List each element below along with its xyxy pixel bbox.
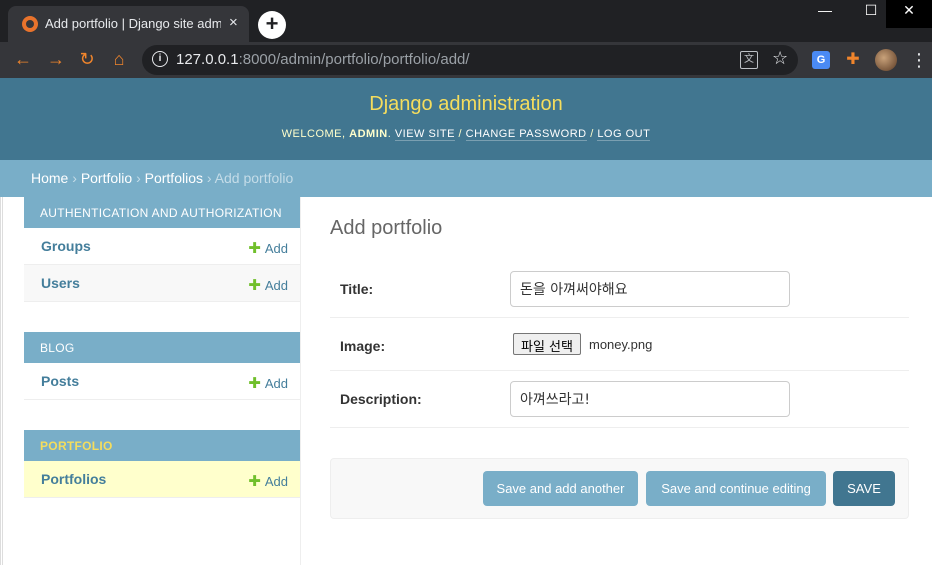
submit-row: Save and add another Save and continue e… [330, 458, 909, 519]
add-label: Add [264, 278, 288, 293]
url-path: :8000/admin/portfolio/portfolio/add/ [238, 51, 470, 68]
log-out-link[interactable]: LOG OUT [597, 128, 651, 141]
nav-sidebar-toggle[interactable] [0, 197, 3, 565]
module-caption-blog[interactable]: Blog [24, 332, 300, 363]
title-label: Title: [340, 281, 374, 297]
form-row-description: Description: [330, 371, 909, 428]
page-title: Add portfolio [330, 217, 443, 239]
browser-tab-strip: Add portfolio | Django site admin × + — … [0, 0, 932, 42]
add-plus-icon: ✚ [248, 240, 261, 257]
bookmark-star-icon[interactable]: ☆ [772, 48, 788, 69]
breadcrumb-separator: › [136, 170, 141, 186]
add-posts-link[interactable]: ✚ Add [248, 374, 288, 392]
user-tools: WELCOME, ADMIN. VIEW SITE / CHANGE PASSW… [281, 128, 651, 141]
file-choose-button[interactable]: 파일 선택 [513, 333, 581, 355]
change-password-link[interactable]: CHANGE PASSWORD [465, 128, 587, 141]
site-name[interactable]: Django administration [0, 93, 932, 116]
view-site-link[interactable]: VIEW SITE [394, 128, 455, 141]
sidebar-item-label[interactable]: Posts [41, 373, 79, 389]
username: ADMIN [349, 128, 388, 140]
description-input[interactable] [510, 381, 790, 417]
browser-toolbar: ← → ↻ ⌂ i 127.0.0.1:8000/admin/portfolio… [0, 42, 932, 78]
admin-header: Django administration WELCOME, ADMIN. VI… [0, 78, 932, 160]
add-label: Add [264, 474, 288, 489]
menu-icon[interactable]: ⋮ [910, 51, 928, 69]
address-bar[interactable]: i 127.0.0.1:8000/admin/portfolio/portfol… [142, 45, 798, 75]
image-label: Image: [340, 338, 386, 354]
add-plus-icon: ✚ [248, 375, 261, 392]
add-plus-icon: ✚ [248, 277, 261, 294]
new-tab-button[interactable]: + [258, 11, 286, 39]
url-text[interactable]: 127.0.0.1:8000/admin/portfolio/portfolio… [176, 51, 470, 68]
separator: / [458, 128, 463, 140]
minimize-window-button[interactable]: — [802, 0, 848, 28]
sidebar-item-label[interactable]: Users [41, 275, 80, 291]
sidebar-item-portfolios: Portfolios ✚ Add [24, 461, 300, 498]
sidebar-item-label[interactable]: Groups [41, 238, 91, 254]
back-icon[interactable]: ← [12, 49, 34, 71]
breadcrumb-model[interactable]: Portfolios [145, 170, 203, 186]
module-caption-portfolio[interactable]: Portfolio [24, 430, 300, 461]
add-label: Add [264, 241, 288, 256]
description-label: Description: [340, 391, 422, 407]
add-users-link[interactable]: ✚ Add [248, 276, 288, 294]
breadcrumb-home[interactable]: Home [31, 170, 68, 186]
url-host: 127.0.0.1 [176, 51, 239, 68]
google-translate-icon[interactable]: G [812, 51, 830, 69]
home-icon[interactable]: ⌂ [108, 49, 130, 71]
save-button[interactable]: SAVE [833, 471, 895, 506]
sidebar-item-label[interactable]: Portfolios [41, 471, 106, 487]
extensions-icon[interactable]: ✚ [844, 51, 862, 69]
breadcrumb-app[interactable]: Portfolio [81, 170, 132, 186]
close-window-button[interactable]: ✕ [886, 0, 932, 28]
file-name: money.png [589, 337, 653, 352]
add-portfolios-link[interactable]: ✚ Add [248, 472, 288, 490]
translate-icon[interactable]: 文 [740, 51, 758, 69]
form-row-image: Image: 파일 선택 money.png [330, 318, 909, 371]
sidebar-item-posts: Posts ✚ Add [24, 363, 300, 400]
browser-tab-active[interactable]: Add portfolio | Django site admin × [8, 6, 249, 42]
form-row-title: Title: [330, 260, 909, 318]
breadcrumb-current: Add portfolio [214, 170, 294, 186]
breadcrumb-separator: › [206, 170, 212, 186]
site-info-icon[interactable]: i [152, 51, 168, 67]
welcome-text: WELCOME, [281, 128, 346, 140]
sidebar-item-groups: Groups ✚ Add [24, 228, 300, 265]
tab-close-icon[interactable]: × [229, 15, 238, 31]
add-label: Add [264, 376, 288, 391]
profile-avatar[interactable] [875, 49, 897, 71]
sidebar-item-users: Users ✚ Add [24, 265, 300, 302]
add-groups-link[interactable]: ✚ Add [248, 239, 288, 257]
separator: / [590, 128, 594, 140]
save-and-continue-button[interactable]: Save and continue editing [646, 471, 826, 506]
add-plus-icon: ✚ [248, 473, 261, 490]
breadcrumb-separator: › [72, 170, 77, 186]
module-caption-auth[interactable]: Authentication and Authorization [24, 197, 300, 228]
tab-title: Add portfolio | Django site admin [45, 16, 221, 31]
nav-sidebar: Authentication and Authorization Groups … [24, 197, 301, 565]
title-input[interactable] [510, 271, 790, 307]
forward-icon[interactable]: → [45, 49, 67, 71]
reload-icon[interactable]: ↻ [76, 49, 98, 71]
save-and-add-another-button[interactable]: Save and add another [483, 471, 638, 506]
breadcrumb: Home › Portfolio › Portfolios › Add port… [0, 160, 932, 197]
django-favicon-icon [22, 16, 38, 32]
